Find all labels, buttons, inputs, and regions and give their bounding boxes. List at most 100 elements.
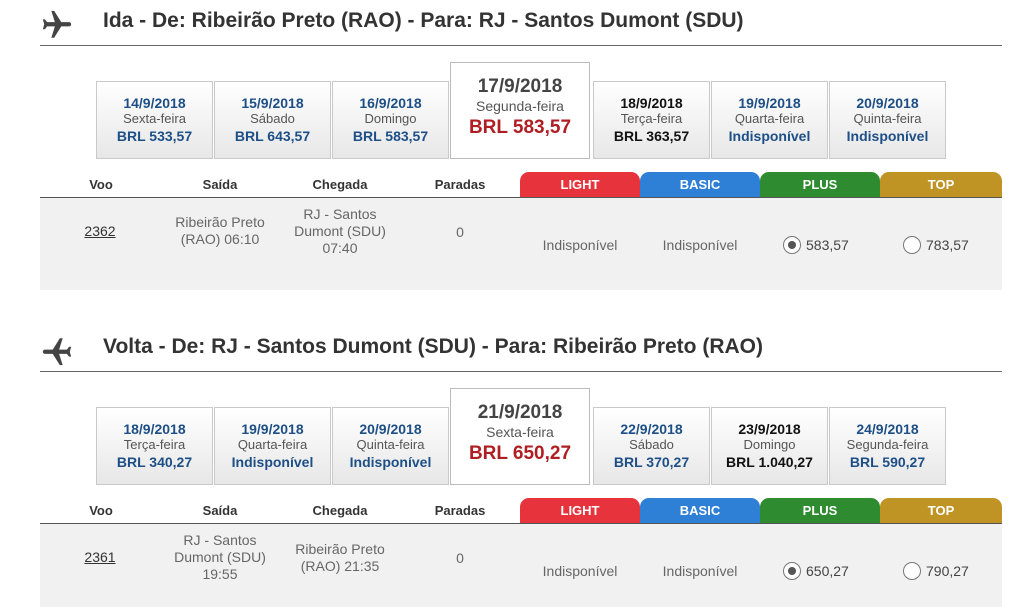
date-option-price: Indisponível	[728, 128, 811, 144]
fare-plus-price: 650,27	[806, 563, 849, 579]
radio-unselected[interactable]	[903, 236, 921, 254]
arrival-line: (RAO) 21:35	[300, 558, 380, 574]
date-option-day: Terça-feira	[620, 111, 683, 126]
divider	[40, 371, 1002, 372]
fare-top-option[interactable]: 790,27	[903, 562, 969, 580]
date-option-price: BRL 583,57	[468, 117, 572, 138]
arrival-line: 07:40	[322, 240, 358, 256]
column-header-arrival: Chegada	[312, 177, 368, 192]
stops-value: 0	[456, 224, 464, 240]
fare-tab-top: TOP	[880, 172, 1002, 197]
fare-plus-price: 583,57	[806, 237, 849, 253]
arrival-line: Dumont (SDU)	[294, 223, 386, 239]
divider	[40, 45, 1002, 46]
column-header-flight: Voo	[89, 503, 113, 518]
fare-top-price: 783,57	[926, 237, 969, 253]
stops-value: 0	[456, 550, 464, 566]
arrival-info: Ribeirão Preto (RAO) 21:35	[280, 541, 400, 575]
column-header-stops: Paradas	[434, 503, 486, 518]
date-option[interactable]: 18/9/2018 Terça-feira BRL 363,57	[593, 81, 710, 159]
date-option[interactable]: 16/9/2018 Domingo BRL 583,57	[332, 81, 449, 159]
date-option-date: 19/9/2018	[738, 95, 801, 111]
date-option[interactable]: 22/9/2018 Sábado BRL 370,27	[593, 407, 710, 485]
radio-selected[interactable]	[783, 236, 801, 254]
date-option-day: Segunda-feira	[846, 437, 929, 452]
date-option-day: Terça-feira	[123, 437, 186, 452]
arrival-info: RJ - Santos Dumont (SDU) 07:40	[280, 206, 400, 257]
fare-tab-light: LIGHT	[520, 172, 640, 197]
date-option-price: BRL 363,57	[613, 128, 690, 144]
date-option-date: 21/9/2018	[477, 402, 563, 423]
date-option[interactable]: 15/9/2018 Sábado BRL 643,57	[214, 81, 331, 159]
fare-plus-option[interactable]: 650,27	[783, 562, 849, 580]
date-option-day: Sábado	[629, 437, 674, 452]
date-option[interactable]: 19/9/2018 Quarta-feira Indisponível	[711, 81, 828, 159]
fare-plus-option[interactable]: 583,57	[783, 236, 849, 254]
date-option-date: 15/9/2018	[241, 95, 304, 111]
date-option-day: Quinta-feira	[356, 437, 425, 452]
fare-top-price: 790,27	[926, 563, 969, 579]
date-option[interactable]: 19/9/2018 Quarta-feira Indisponível	[214, 407, 331, 485]
departure-line: Dumont (SDU)	[174, 549, 266, 565]
radio-unselected[interactable]	[903, 562, 921, 580]
date-option-price: BRL 533,57	[116, 128, 193, 144]
date-option-price: Indisponível	[231, 454, 314, 470]
date-option-price: BRL 583,57	[352, 128, 429, 144]
fare-tab-plus: PLUS	[760, 172, 880, 197]
date-option[interactable]: 18/9/2018 Terça-feira BRL 340,27	[96, 407, 213, 485]
date-option-price: BRL 1.040,27	[726, 454, 813, 470]
date-option[interactable]: 24/9/2018 Segunda-feira BRL 590,27	[829, 407, 946, 485]
date-option-date: 18/9/2018	[620, 95, 683, 111]
arrival-line: RJ - Santos	[303, 206, 377, 222]
date-option[interactable]: 20/9/2018 Quinta-feira Indisponível	[332, 407, 449, 485]
date-option-day: Domingo	[364, 111, 417, 126]
column-header-stops: Paradas	[434, 177, 486, 192]
column-header-departure: Saída	[202, 503, 238, 518]
date-option-price: BRL 643,57	[234, 128, 311, 144]
date-option-date: 16/9/2018	[359, 95, 422, 111]
date-option-day: Sábado	[250, 111, 295, 126]
date-option-date: 20/9/2018	[856, 95, 919, 111]
departure-line: RJ - Santos	[183, 532, 257, 548]
fare-tab-plus: PLUS	[760, 498, 880, 523]
departure-info: RJ - Santos Dumont (SDU) 19:55	[160, 532, 280, 583]
flight-number-link[interactable]: 2361	[70, 549, 130, 566]
date-option-date: 22/9/2018	[620, 421, 683, 437]
date-option-date: 20/9/2018	[359, 421, 422, 437]
date-option-date: 19/9/2018	[241, 421, 304, 437]
date-option-price: BRL 370,27	[613, 454, 690, 470]
date-option-date: 23/9/2018	[738, 421, 801, 437]
date-option[interactable]: 20/9/2018 Quinta-feira Indisponível	[829, 81, 946, 159]
fare-tab-top: TOP	[880, 498, 1002, 523]
selected-date-option[interactable]: 21/9/2018 Sexta-feira BRL 650,27	[450, 388, 590, 485]
date-option-day: Segunda-feira	[476, 98, 564, 114]
fare-basic-value: Indisponível	[662, 563, 738, 579]
date-option-price: Indisponível	[349, 454, 432, 470]
column-header-arrival: Chegada	[312, 503, 368, 518]
date-option-price: BRL 650,27	[468, 443, 572, 464]
date-option-day: Quinta-feira	[853, 111, 922, 126]
date-option-date: 17/9/2018	[477, 76, 563, 97]
date-option-price: BRL 590,27	[849, 454, 926, 470]
date-option-price: BRL 340,27	[116, 454, 193, 470]
date-option-day: Sexta-feira	[486, 424, 554, 440]
radio-selected[interactable]	[783, 562, 801, 580]
date-option-price: Indisponível	[846, 128, 929, 144]
fare-tab-basic: BASIC	[640, 498, 760, 523]
fare-top-option[interactable]: 783,57	[903, 236, 969, 254]
column-header-departure: Saída	[202, 177, 238, 192]
plane-return-icon	[40, 334, 74, 368]
date-option-day: Quarta-feira	[734, 111, 805, 126]
date-option-date: 14/9/2018	[123, 95, 186, 111]
date-option[interactable]: 14/9/2018 Sexta-feira BRL 533,57	[96, 81, 213, 159]
fare-light-value: Indisponível	[542, 563, 618, 579]
selected-date-option[interactable]: 17/9/2018 Segunda-feira BRL 583,57	[450, 62, 590, 159]
column-header-flight: Voo	[89, 177, 113, 192]
date-option[interactable]: 23/9/2018 Domingo BRL 1.040,27	[711, 407, 828, 485]
flight-number-link[interactable]: 2362	[70, 223, 130, 240]
arrival-line: Ribeirão Preto	[295, 541, 385, 557]
outbound-title: Ida - De: Ribeirão Preto (RAO) - Para: R…	[103, 9, 744, 32]
date-option-day: Domingo	[743, 437, 796, 452]
departure-line: Ribeirão Preto	[175, 214, 265, 230]
departure-info: Ribeirão Preto (RAO) 06:10	[160, 214, 280, 248]
